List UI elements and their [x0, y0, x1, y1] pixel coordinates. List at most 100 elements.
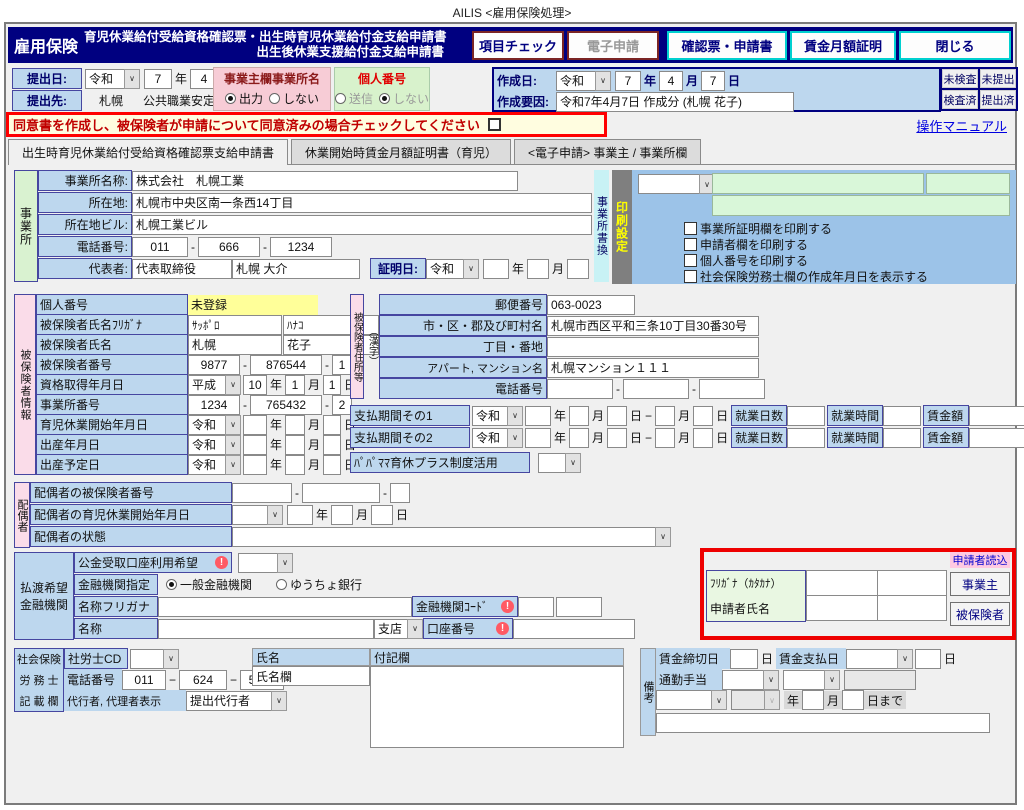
insured-tel3-field[interactable] [699, 379, 765, 399]
chevron-down-icon[interactable]: ∨ [764, 690, 780, 710]
period2-work-hours-field[interactable] [883, 428, 921, 448]
period2-work-days-field[interactable] [787, 428, 825, 448]
chevron-down-icon[interactable]: ∨ [507, 428, 523, 448]
birth-era-select[interactable]: 令和 [188, 435, 226, 455]
office-rewrite-strip[interactable]: 事業所書換 [594, 170, 609, 282]
zip-field[interactable]: 063-0023 [547, 295, 635, 315]
insured-tel2-field[interactable] [623, 379, 689, 399]
chevron-down-icon[interactable]: ∨ [225, 375, 241, 395]
due-era-select[interactable]: 令和 [188, 455, 226, 475]
print-cert-checkbox[interactable] [684, 222, 697, 235]
sharoushi-cd-select[interactable] [130, 649, 164, 669]
radio-send[interactable] [335, 93, 346, 104]
qualify-day-field[interactable]: 1 [323, 375, 341, 395]
manual-link[interactable]: 操作マニュアル [916, 116, 1007, 135]
radio-yucho-bank[interactable] [276, 579, 287, 590]
sharoushi-note-field[interactable] [370, 666, 624, 748]
period2-era-select[interactable]: 令和 [472, 428, 508, 448]
period2-month2-field[interactable] [655, 428, 675, 448]
birth-year-field[interactable] [243, 435, 267, 455]
account-number-field[interactable] [513, 619, 635, 639]
wage-payday-select[interactable] [846, 649, 898, 669]
chevron-down-icon[interactable]: ∨ [565, 453, 581, 473]
close-button[interactable]: 閉じる [899, 31, 1011, 60]
print-style-select-value[interactable] [638, 174, 700, 194]
period1-work-days-field[interactable] [787, 406, 825, 426]
status-submitted-button[interactable]: 提出済 [980, 90, 1016, 109]
chome-field[interactable] [547, 337, 759, 357]
spouse-status-select[interactable] [232, 527, 656, 547]
applicant-name-last-field[interactable] [806, 595, 878, 621]
cert-month-field[interactable] [527, 259, 549, 279]
cert-year-field[interactable] [483, 259, 509, 279]
chevron-down-icon[interactable]: ∨ [655, 527, 671, 547]
office-address-field[interactable]: 札幌市中央区南一条西14丁目 [132, 193, 592, 213]
status-unsubmitted-button[interactable]: 未提出 [980, 69, 1016, 88]
chevron-down-icon[interactable]: ∨ [271, 691, 287, 711]
chevron-down-icon[interactable]: ∨ [407, 619, 423, 639]
e-apply-button[interactable]: 電子申請 [567, 31, 659, 60]
period1-month-field[interactable] [569, 406, 589, 426]
insured-tel1-field[interactable] [547, 379, 613, 399]
sharoushi-tel2-field[interactable]: 624 [179, 670, 227, 690]
childcare-start-year-field[interactable] [243, 415, 267, 435]
period1-year-field[interactable] [525, 406, 551, 426]
print-sharoushi-date-checkbox[interactable] [684, 270, 697, 283]
period1-era-select[interactable]: 令和 [472, 406, 508, 426]
cert-era-select[interactable]: 令和 [426, 259, 464, 279]
spouse-number-3[interactable] [390, 483, 410, 503]
office-name-field[interactable]: 株式会社 札幌工業 [132, 171, 518, 191]
created-reason-field[interactable]: 令和7年4月7日 作成分 (札幌 花子) [556, 92, 794, 112]
submit-year-field[interactable]: 7 [144, 69, 172, 89]
childcare-start-month-field[interactable] [285, 415, 305, 435]
print-style-select[interactable]: ∨ [638, 174, 715, 194]
cert-day-field[interactable] [567, 259, 589, 279]
childcare-start-era-select[interactable]: 令和 [188, 415, 226, 435]
qualify-era-select[interactable]: 平成 [188, 375, 226, 395]
period1-month2-field[interactable] [655, 406, 675, 426]
chevron-down-icon[interactable]: ∨ [824, 670, 840, 690]
due-month-field[interactable] [285, 455, 305, 475]
branch-select-value[interactable]: 支店 [374, 619, 408, 639]
insured-number-1[interactable]: 9877 [188, 355, 240, 375]
insured-kana-last-field[interactable]: ｻｯﾎﾟﾛ [188, 315, 282, 335]
office-rep-name-field[interactable]: 札幌 大介 [232, 259, 360, 279]
status-checked-button[interactable]: 検査済 [942, 90, 978, 109]
chevron-down-icon[interactable]: ∨ [463, 259, 479, 279]
remarks-month-field[interactable] [802, 690, 824, 710]
period2-wage-field[interactable] [969, 428, 1024, 448]
period1-day-field[interactable] [607, 406, 627, 426]
office-number-3[interactable]: 2 [332, 395, 352, 415]
bank-furigana-field[interactable] [158, 597, 412, 617]
created-year-field[interactable]: 7 [615, 71, 641, 91]
print-mynumber-checkbox[interactable] [684, 254, 697, 267]
office-number-1[interactable]: 1234 [188, 395, 240, 415]
office-building-field[interactable]: 札幌工業ビル [132, 215, 592, 235]
period2-year-field[interactable] [525, 428, 551, 448]
remarks-year-select[interactable] [731, 690, 765, 710]
childcare-start-day-field[interactable] [323, 415, 341, 435]
consent-checkbox[interactable] [488, 118, 501, 131]
remarks-day-field[interactable] [842, 690, 864, 710]
insured-number-2[interactable]: 876544 [250, 355, 322, 375]
chevron-down-icon[interactable]: ∨ [595, 71, 611, 91]
submit-to-value[interactable]: 札幌 [82, 92, 140, 109]
item-check-button[interactable]: 項目チェック [472, 31, 564, 60]
spouse-number-1[interactable] [232, 483, 292, 503]
bank-code-field-2[interactable] [556, 597, 602, 617]
apartment-field[interactable]: 札幌マンション１１１ [547, 358, 759, 378]
print-applicant-checkbox[interactable] [684, 238, 697, 251]
period2-day2-field[interactable] [693, 428, 713, 448]
wage-cert-button[interactable]: 賃金月額証明 [790, 31, 896, 60]
chevron-down-icon[interactable]: ∨ [124, 69, 140, 89]
bank-code-field-1[interactable] [518, 597, 554, 617]
radio-no-send[interactable] [379, 93, 390, 104]
applicant-furigana-last-field[interactable] [806, 570, 878, 596]
chevron-down-icon[interactable]: ∨ [897, 649, 913, 669]
chevron-down-icon[interactable]: ∨ [225, 455, 241, 475]
office-tel2-field[interactable]: 666 [198, 237, 260, 257]
submit-era-select[interactable]: 令和 [85, 69, 125, 89]
period2-month-field[interactable] [569, 428, 589, 448]
wage-cutoff-day-field[interactable] [730, 649, 758, 669]
period1-work-hours-field[interactable] [883, 406, 921, 426]
